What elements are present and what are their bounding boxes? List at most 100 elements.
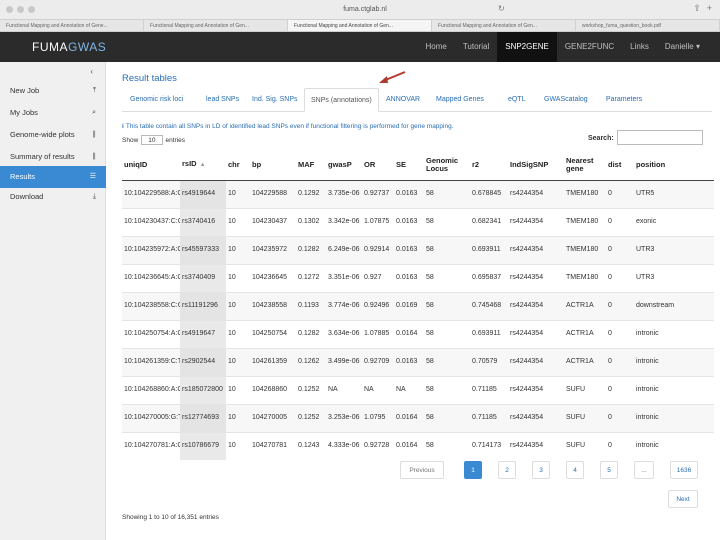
table-cell: 58 [424,291,470,320]
column-header[interactable]: bp [250,150,296,181]
table-cell: 104229588 [250,179,296,208]
table-row[interactable]: 10:104250754:A:C rs4919647 10 104250754 0.12… [122,319,714,348]
tab-genomic-risk-loci[interactable]: Genomic risk loci [124,88,189,112]
pager-last-page[interactable]: 1636 [670,461,698,479]
nav-snp2gene[interactable]: SNP2GENE [497,32,557,62]
table-cell: 0 [606,347,634,376]
column-header[interactable]: Nearest gene [564,150,606,181]
table-cell: 0.678845 [470,179,508,208]
share-icon[interactable]: ⇧ [693,3,701,14]
table-cell: 3.774e-06 [326,291,362,320]
table-cell: rs4244354 [508,431,564,460]
browser-actions[interactable]: ⇧ + [693,3,712,14]
reload-icon[interactable]: ↻ [498,4,505,13]
pager-page[interactable]: 5 [600,461,618,479]
tab-parameters[interactable]: Parameters [600,88,648,112]
nav-tutorial[interactable]: Tutorial [455,32,497,62]
sidebar-item-results[interactable]: Results ☰ [0,166,106,188]
table-row[interactable]: 10:104230437:C:G rs3740416 10 104230437 0.13… [122,207,714,236]
column-header[interactable]: MAF [296,150,326,181]
sidebar-item-summary[interactable]: Summary of results ∥ [0,146,106,168]
table-cell: 0 [606,403,634,432]
nav-links-menu[interactable]: Links [622,32,657,62]
pager-page[interactable]: 3 [532,461,550,479]
nav-gene2func[interactable]: GENE2FUNC [557,32,622,62]
column-header[interactable]: Genomic Locus [424,150,470,181]
collapse-sidebar-icon[interactable]: ‹ [90,67,93,76]
pager-page[interactable]: 4 [566,461,584,479]
pager-page[interactable]: 1 [464,461,482,479]
column-header[interactable]: rsID ▲ [180,150,226,181]
table-cell: 10:104250754:A:C [122,319,180,348]
table-row[interactable]: 10:104235972:A:G rs45597333 10 104235972 0.1… [122,235,714,264]
table-cell: NA [362,375,394,404]
table-cell: 58 [424,207,470,236]
window-controls[interactable] [6,6,35,13]
table-cell: 10 [226,179,250,208]
annotation-arrow-icon [379,71,406,83]
tab-snps-annotations[interactable]: SNPs (annotations) [304,88,379,112]
table-row[interactable]: 10:104236645:A:G rs3740409 10 104236645 0.12… [122,263,714,292]
browser-tab[interactable]: Functional Mapping and Annotation of Gen… [144,20,288,31]
table-row[interactable]: 10:104238558:C:G rs11191296 10 104238558 0.1… [122,291,714,320]
column-header[interactable]: gwasP [326,150,362,181]
nav-user-menu[interactable]: Danielle ▾ [657,32,708,62]
table-cell: rs4244354 [508,403,564,432]
table-row[interactable]: 10:104229588:A:G rs4919644 10 104229588 0.12… [122,179,714,208]
table-cell: SUFU [564,431,606,460]
search-input[interactable] [617,130,703,145]
pager-page[interactable]: 2 [498,461,516,479]
new-tab-icon[interactable]: + [707,3,712,14]
table-cell: 104230437 [250,207,296,236]
table-cell: 0.71185 [470,375,508,404]
table-cell: 0.92737 [362,179,394,208]
table-cell: 0.92914 [362,235,394,264]
table-cell: 0.714173 [470,431,508,460]
sidebar-item-download[interactable]: Download ⤓ [0,186,106,208]
column-header[interactable]: uniqID [122,150,180,181]
browser-tab[interactable]: workshop_fuma_question_book.pdf [576,20,720,31]
tab-eqtl[interactable]: eQTL [502,88,532,112]
sidebar-item-new-job[interactable]: New Job ⤒ [0,80,106,102]
sidebar-item-my-jobs[interactable]: My Jobs ⌕ [0,102,106,124]
column-header[interactable]: SE [394,150,424,181]
browser-tab[interactable]: Functional Mapping and Annotation of Gen… [0,20,144,31]
bar-chart-icon: ∥ [92,153,97,160]
sidebar-item-genome-wide-plots[interactable]: Genome-wide plots ∥ [0,124,106,146]
list-icon: ☰ [89,173,96,180]
browser-tab[interactable]: Functional Mapping and Annotation of Gen… [432,20,576,31]
tab-lead-snps[interactable]: lead SNPs [200,88,245,112]
column-header[interactable]: dist [606,150,634,181]
column-header[interactable]: chr [226,150,250,181]
table-row[interactable]: 10:104270781:A:G rs10786679 10 104270781 0.1… [122,431,714,460]
fuma-logo[interactable]: FUMAGWAS [32,40,106,54]
tab-gwascatalog[interactable]: GWAScatalog [538,88,594,112]
browser-tab-active[interactable]: Functional Mapping and Annotation of Gen… [288,20,432,31]
column-header[interactable]: r2 [470,150,508,181]
table-cell: rs4244354 [508,207,564,236]
page-length-control: Show 10 entries [122,135,186,145]
address-bar[interactable]: fuma.ctglab.nl [300,4,430,16]
table-cell: rs4919647 [180,319,226,348]
table-row[interactable]: 10:104270005:G:T rs12774693 10 104270005 0.1… [122,403,714,432]
table-cell: 0.1252 [296,375,326,404]
table-cell: 0.0169 [394,291,424,320]
entries-info: Showing 1 to 10 of 16,351 entries [122,514,219,521]
search-icon: ⌕ [92,109,96,116]
table-cell: intronic [634,375,714,404]
column-header[interactable]: position [634,150,714,181]
nav-home[interactable]: Home [418,32,455,62]
tab-ind-sig-snps[interactable]: Ind. Sig. SNPs [246,88,304,112]
table-cell: 0.693911 [470,235,508,264]
tab-mapped-genes[interactable]: Mapped Genes [430,88,490,112]
column-header[interactable]: OR [362,150,394,181]
page-length-select[interactable]: 10 [141,135,163,145]
bar-chart-icon: ∥ [92,131,97,138]
table-row[interactable]: 10:104261359:C:T rs2902544 10 104261359 0.12… [122,347,714,376]
table-cell: 0.682341 [470,207,508,236]
tab-annovar[interactable]: ANNOVAR [380,88,426,112]
column-header[interactable]: IndSigSNP [508,150,564,181]
table-row[interactable]: 10:104268860:A:C rs185072800 10 104268860 0.… [122,375,714,404]
pager-next[interactable]: Next [668,490,698,508]
pager-previous[interactable]: Previous [400,461,444,479]
